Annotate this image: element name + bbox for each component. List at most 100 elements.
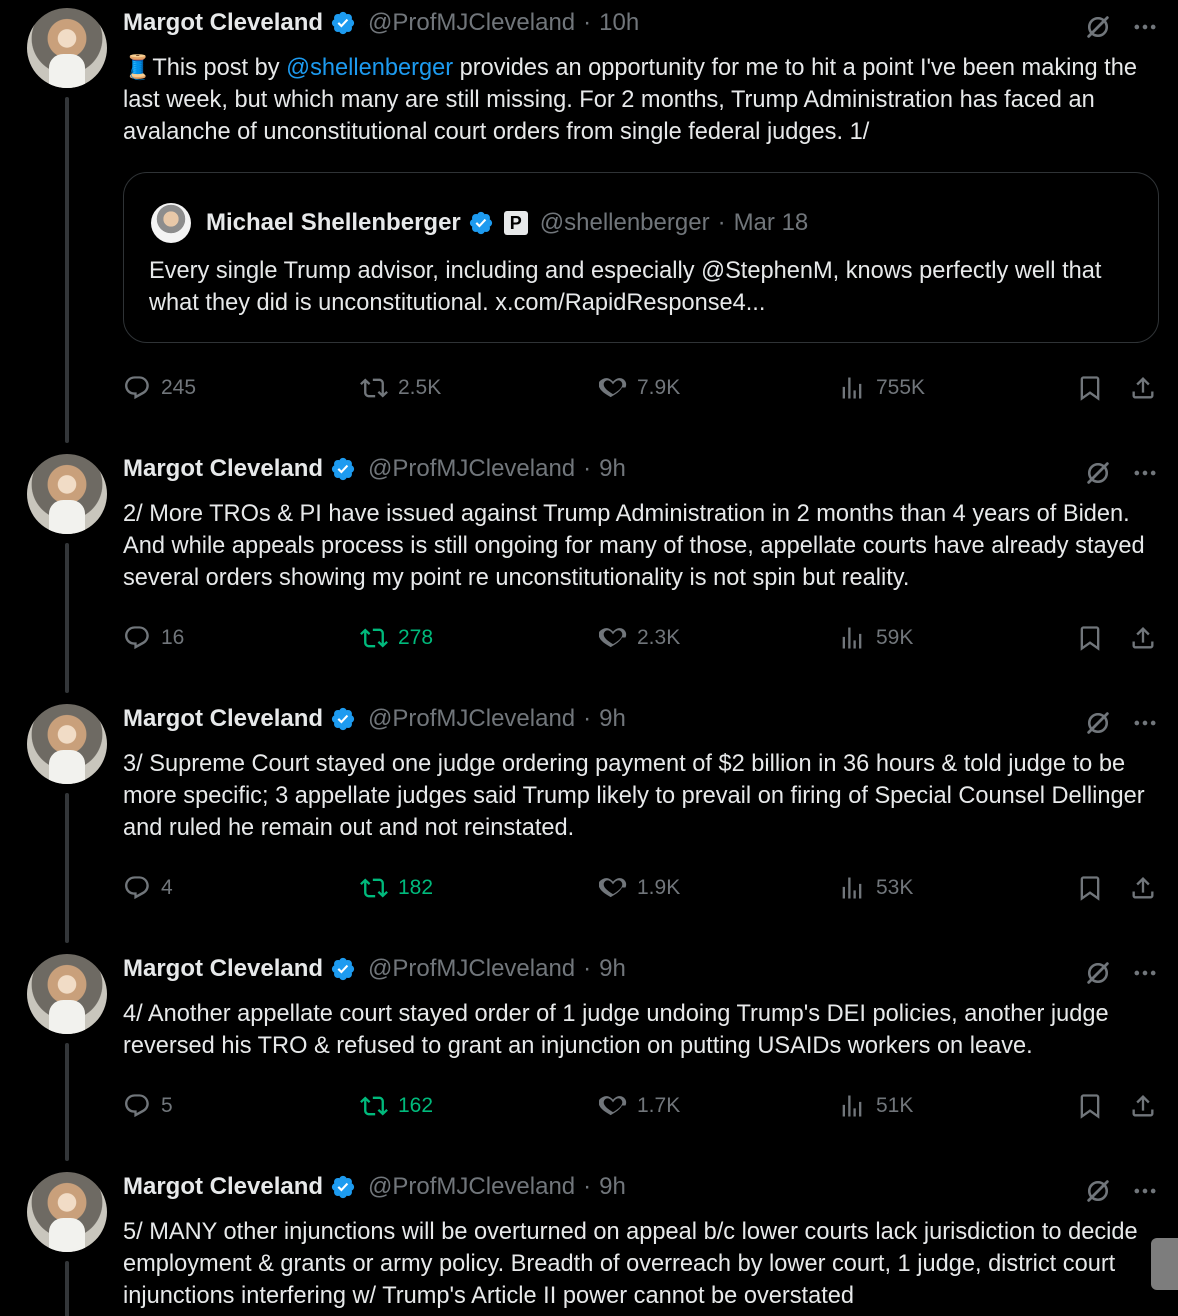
verified-badge-icon[interactable]: [330, 1174, 356, 1200]
mention-link[interactable]: @shellenberger: [286, 55, 453, 81]
more-options-icon[interactable]: [1131, 17, 1159, 37]
tweet[interactable]: Margot Cleveland @ProfMJCleveland · 10h …: [0, 0, 1178, 440]
grok-icon[interactable]: [1084, 459, 1112, 487]
reply-count: 4: [161, 876, 173, 899]
bookmark-button[interactable]: [1076, 1090, 1114, 1122]
tweet[interactable]: Margot Cleveland @ProfMJCleveland · 9h 2…: [0, 446, 1178, 696]
views-button[interactable]: 59K: [838, 622, 913, 654]
separator: ·: [717, 209, 726, 236]
reply-icon: [123, 374, 151, 402]
quoted-avatar[interactable]: [151, 203, 191, 243]
action-bar: 245 2.5K 7.9K 755K: [123, 372, 1163, 404]
share-button[interactable]: [1129, 372, 1167, 404]
retweet-button[interactable]: 278: [360, 622, 433, 654]
avatar[interactable]: [27, 954, 107, 1034]
verified-badge-icon[interactable]: [330, 956, 356, 982]
grok-icon[interactable]: [1084, 709, 1112, 737]
author-handle[interactable]: @ProfMJCleveland: [368, 455, 575, 483]
reply-button[interactable]: 4: [123, 872, 173, 904]
separator: ·: [583, 705, 592, 732]
author-name[interactable]: Margot Cleveland: [123, 955, 323, 983]
avatar[interactable]: [27, 1172, 107, 1252]
tweet-text-part: This post by: [152, 55, 287, 81]
verified-badge-icon[interactable]: [330, 706, 356, 732]
affiliation-badge[interactable]: P: [503, 211, 528, 235]
reply-button[interactable]: 245: [123, 372, 196, 404]
reply-button[interactable]: 5: [123, 1090, 173, 1122]
views-button[interactable]: 51K: [838, 1090, 913, 1122]
tweet[interactable]: Margot Cleveland @ProfMJCleveland · 9h 5…: [0, 1164, 1178, 1316]
reply-button[interactable]: 16: [123, 622, 184, 654]
timestamp[interactable]: 9h: [599, 955, 626, 983]
more-options-icon[interactable]: [1131, 713, 1159, 733]
action-bar: 4 182 1.9K 53K: [123, 872, 1163, 904]
like-button[interactable]: 7.9K: [599, 372, 680, 404]
share-button[interactable]: [1129, 1090, 1167, 1122]
more-options-icon[interactable]: [1131, 1181, 1159, 1201]
bookmark-icon: [1076, 374, 1104, 402]
reply-icon: [123, 624, 151, 652]
retweet-button[interactable]: 2.5K: [360, 372, 441, 404]
retweet-button[interactable]: 162: [360, 1090, 433, 1122]
avatar[interactable]: [27, 8, 107, 88]
grok-icon[interactable]: [1084, 13, 1112, 41]
tweet[interactable]: Margot Cleveland @ProfMJCleveland · 9h 4…: [0, 946, 1178, 1164]
tweet-header: Margot Cleveland @ProfMJCleveland · 9h: [123, 1171, 626, 1203]
share-icon: [1129, 624, 1157, 652]
author-name[interactable]: Margot Cleveland: [123, 705, 323, 733]
author-handle[interactable]: @ProfMJCleveland: [368, 1173, 575, 1201]
timestamp[interactable]: 9h: [599, 1173, 626, 1201]
quoted-timestamp[interactable]: Mar 18: [734, 209, 809, 237]
author-handle[interactable]: @ProfMJCleveland: [368, 955, 575, 983]
share-icon: [1129, 374, 1157, 402]
quoted-text: Every single Trump advisor, including an…: [149, 258, 1102, 316]
separator: ·: [583, 455, 592, 482]
reply-icon: [123, 1092, 151, 1120]
retweet-icon: [360, 1092, 388, 1120]
like-button[interactable]: 2.3K: [599, 622, 680, 654]
quoted-tweet[interactable]: Michael Shellenberger P @shellenberger ·…: [123, 172, 1159, 343]
retweet-icon: [360, 624, 388, 652]
author-name[interactable]: Margot Cleveland: [123, 9, 323, 37]
verified-badge-icon[interactable]: [468, 210, 494, 236]
retweet-button[interactable]: 182: [360, 872, 433, 904]
author-name[interactable]: Margot Cleveland: [123, 1173, 323, 1201]
avatar[interactable]: [27, 454, 107, 534]
share-button[interactable]: [1129, 872, 1167, 904]
quoted-author-name[interactable]: Michael Shellenberger: [206, 209, 461, 237]
more-options-icon[interactable]: [1131, 963, 1159, 983]
avatar[interactable]: [27, 704, 107, 784]
author-handle[interactable]: @ProfMJCleveland: [368, 705, 575, 733]
bookmark-button[interactable]: [1076, 872, 1114, 904]
heart-icon: [599, 1092, 627, 1120]
grok-icon[interactable]: [1084, 1177, 1112, 1205]
like-button[interactable]: 1.9K: [599, 872, 680, 904]
share-icon: [1129, 874, 1157, 902]
bookmark-icon: [1076, 1092, 1104, 1120]
retweet-icon: [360, 874, 388, 902]
author-name[interactable]: Margot Cleveland: [123, 455, 323, 483]
verified-badge-icon[interactable]: [330, 10, 356, 36]
more-options-icon[interactable]: [1131, 463, 1159, 483]
tweet[interactable]: Margot Cleveland @ProfMJCleveland · 9h 3…: [0, 696, 1178, 946]
share-button[interactable]: [1129, 622, 1167, 654]
bookmark-button[interactable]: [1076, 622, 1114, 654]
heart-icon: [599, 624, 627, 652]
retweet-count: 162: [398, 1094, 434, 1117]
timestamp[interactable]: 9h: [599, 455, 626, 483]
timestamp[interactable]: 9h: [599, 705, 626, 733]
like-button[interactable]: 1.7K: [599, 1090, 680, 1122]
author-handle[interactable]: @ProfMJCleveland: [368, 9, 575, 37]
like-count: 2.3K: [637, 626, 681, 649]
views-button[interactable]: 53K: [838, 872, 913, 904]
scrollbar-thumb[interactable]: [1151, 1238, 1178, 1290]
bookmark-button[interactable]: [1076, 372, 1114, 404]
verified-badge-icon[interactable]: [330, 456, 356, 482]
grok-icon[interactable]: [1084, 959, 1112, 987]
timestamp[interactable]: 10h: [599, 9, 639, 37]
views-button[interactable]: 755K: [838, 372, 925, 404]
quoted-author-handle[interactable]: @shellenberger: [540, 209, 710, 237]
heart-icon: [599, 874, 627, 902]
action-bar: 16 278 2.3K 59K: [123, 622, 1163, 654]
tweet-text: 🧵This post by @shellenberger provides an…: [123, 52, 1163, 148]
